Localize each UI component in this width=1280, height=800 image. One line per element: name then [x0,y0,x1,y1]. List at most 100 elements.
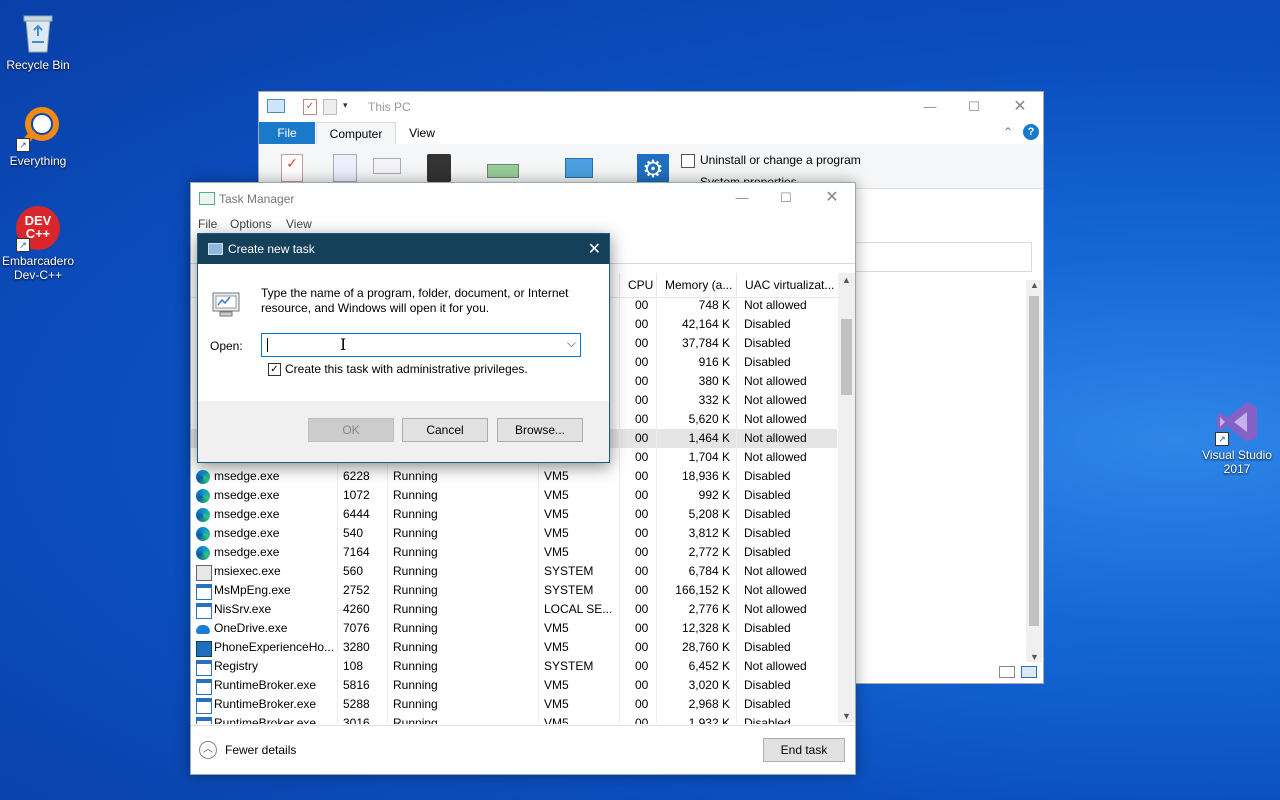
taskmgr-title-bar[interactable]: Task Manager — ☐ ✕ [191,183,855,213]
ribbon-collapse-icon[interactable]: ⌃ [1003,125,1013,139]
user-cell: SYSTEM [544,583,594,597]
memory-cell: 166,152 K [675,583,730,597]
explorer-close-button[interactable]: ✕ [997,92,1043,122]
scroll-up-icon[interactable]: ▲ [1030,280,1039,290]
pid-cell: 7164 [343,545,370,559]
column-header-uac[interactable]: UAC virtualizat... [736,273,840,297]
table-row[interactable]: msedge.exe 6228 Running VM5 00 18,936 K Disabl… [191,467,837,486]
tab-file[interactable]: File [259,122,315,144]
uninstall-program-link[interactable]: Uninstall or change a program [700,153,861,167]
network-location-large-icon[interactable] [565,158,593,178]
properties-quick-icon[interactable]: ✓ [303,99,317,115]
media-large-icon[interactable] [427,154,451,182]
uac-cell: Disabled [744,488,791,502]
app-process-icon [196,717,212,724]
new-folder-quick-icon[interactable] [323,99,337,115]
desktop-icon-label: Everything [9,154,67,168]
scroll-thumb[interactable] [1029,296,1039,626]
table-row[interactable]: MsMpEng.exe 2752 Running SYSTEM 00 166,152 KN… [191,581,837,600]
status-cell: Running [393,545,438,559]
taskmgr-maximize-button[interactable]: ☐ [763,183,809,213]
chevron-down-icon[interactable]: ⌵ [567,336,576,351]
large-icons-view-icon[interactable] [1021,666,1037,678]
table-row[interactable]: OneDrive.exe 7076 Running VM5 00 12,328 K Disa… [191,619,837,638]
table-row[interactable]: RuntimeBroker.exe 3016 Running VM5 00 1,932 K… [191,714,837,724]
taskmgr-scrollbar[interactable]: ▲ ▼ [838,273,855,723]
create-new-task-dialog[interactable]: Create new task ✕ Type the name of a pro… [197,233,610,463]
process-name-cell: OneDrive.exe [214,621,288,635]
browse-button[interactable]: Browse... [497,418,583,442]
status-cell: Running [393,469,438,483]
table-row[interactable]: msedge.exe 1072 Running VM5 00 992 K Disabled [191,486,837,505]
dialog-close-button[interactable]: ✕ [588,239,601,259]
table-row[interactable]: RuntimeBroker.exe 5816 Running VM5 00 3,020 K… [191,676,837,695]
desktop-icon-visual-studio[interactable]: ↗ Visual Studio 2017 [1199,398,1275,476]
user-cell: VM5 [544,469,569,483]
desktop-icon-everything[interactable]: ↗ Everything [0,104,76,168]
rename-large-icon[interactable] [373,158,401,174]
process-name-cell: msedge.exe [214,545,280,559]
table-row[interactable]: PhoneExperienceHo... 3280 Running VM5 00 28,7… [191,638,837,657]
open-large-icon[interactable] [333,154,357,182]
tab-computer[interactable]: Computer [316,122,396,145]
end-task-button[interactable]: End task [763,738,845,762]
explorer-ribbon-tabs: File Computer View ⌃ ? [259,122,1043,145]
open-combobox[interactable]: I ⌵ [261,333,581,357]
desktop-icon-label-line2: Dev-C++ [13,268,63,282]
table-row[interactable]: NisSrv.exe 4260 Running LOCAL SE... 00 2,776 … [191,600,837,619]
shortcut-arrow-icon: ↗ [1215,432,1229,446]
quick-access-dropdown-icon[interactable]: ▾ [343,100,348,111]
memory-cell: 1,932 K [688,716,730,724]
help-icon[interactable]: ? [1023,124,1039,140]
visual-studio-icon: ↗ [1213,398,1261,446]
explorer-title-bar[interactable]: ✓ ▾ This PC — ☐ ✕ [259,92,1043,122]
scroll-up-icon[interactable]: ▲ [842,275,851,285]
memory-cell: 916 K [698,355,730,369]
dialog-title: Create new task [228,242,315,256]
table-row[interactable]: RuntimeBroker.exe 5288 Running VM5 00 2,968 K… [191,695,837,714]
memory-cell: 12,328 K [681,621,730,635]
dialog-title-bar[interactable]: Create new task ✕ [198,234,609,264]
properties-large-icon[interactable]: ✓ [281,154,303,182]
table-row[interactable]: msiexec.exe 560 Running SYSTEM 00 6,784 K Not … [191,562,837,581]
taskmgr-minimize-button[interactable]: — [719,183,765,213]
menu-view[interactable]: View [286,217,312,231]
explorer-minimize-button[interactable]: — [907,92,953,122]
column-divider [656,296,657,724]
tab-view[interactable]: View [399,122,445,144]
checkbox-check-icon[interactable]: ✓ [268,363,281,376]
ok-button[interactable]: OK [308,418,394,442]
column-header-memory[interactable]: Memory (a... [656,273,735,297]
devcpp-icon-badge: DEV C++ [24,213,52,241]
scroll-down-icon[interactable]: ▼ [842,711,851,721]
explorer-scrollbar[interactable]: ▲ ▼ [1026,280,1042,662]
scroll-thumb[interactable] [841,319,852,395]
memory-cell: 332 K [698,393,730,407]
menu-file[interactable]: File [198,217,217,231]
explorer-search-box[interactable] [855,242,1032,272]
scroll-down-icon[interactable]: ▼ [1030,652,1039,662]
uac-cell: Disabled [744,317,791,331]
details-view-icon[interactable] [999,666,1015,678]
explorer-maximize-button[interactable]: ☐ [951,92,997,122]
cancel-button[interactable]: Cancel [402,418,488,442]
memory-cell: 380 K [698,374,730,388]
menu-options[interactable]: Options [230,217,271,231]
desktop-icon-recycle-bin[interactable]: Recycle Bin [0,8,76,72]
fewer-details-label: Fewer details [225,743,297,757]
app-process-icon [196,603,212,619]
table-row[interactable]: msedge.exe 540 Running VM5 00 3,812 K Disabled [191,524,837,543]
table-row[interactable]: msedge.exe 6444 Running VM5 00 5,208 K Disable… [191,505,837,524]
memory-cell: 1,464 K [688,431,730,445]
uac-cell: Disabled [744,507,791,521]
edge-process-icon [196,489,210,503]
user-cell: VM5 [544,545,569,559]
table-row[interactable]: Registry 108 Running SYSTEM 00 6,452 K Not all… [191,657,837,676]
run-icon [208,243,223,255]
desktop-icon-devcpp[interactable]: DEV C++ ↗ Embarcadero Dev-C++ [0,204,76,282]
taskmgr-close-button[interactable]: ✕ [809,183,855,213]
table-row[interactable]: msedge.exe 7164 Running VM5 00 2,772 K Disable… [191,543,837,562]
pid-cell: 1072 [343,488,370,502]
user-cell: VM5 [544,507,569,521]
map-drive-large-icon[interactable] [487,164,519,178]
